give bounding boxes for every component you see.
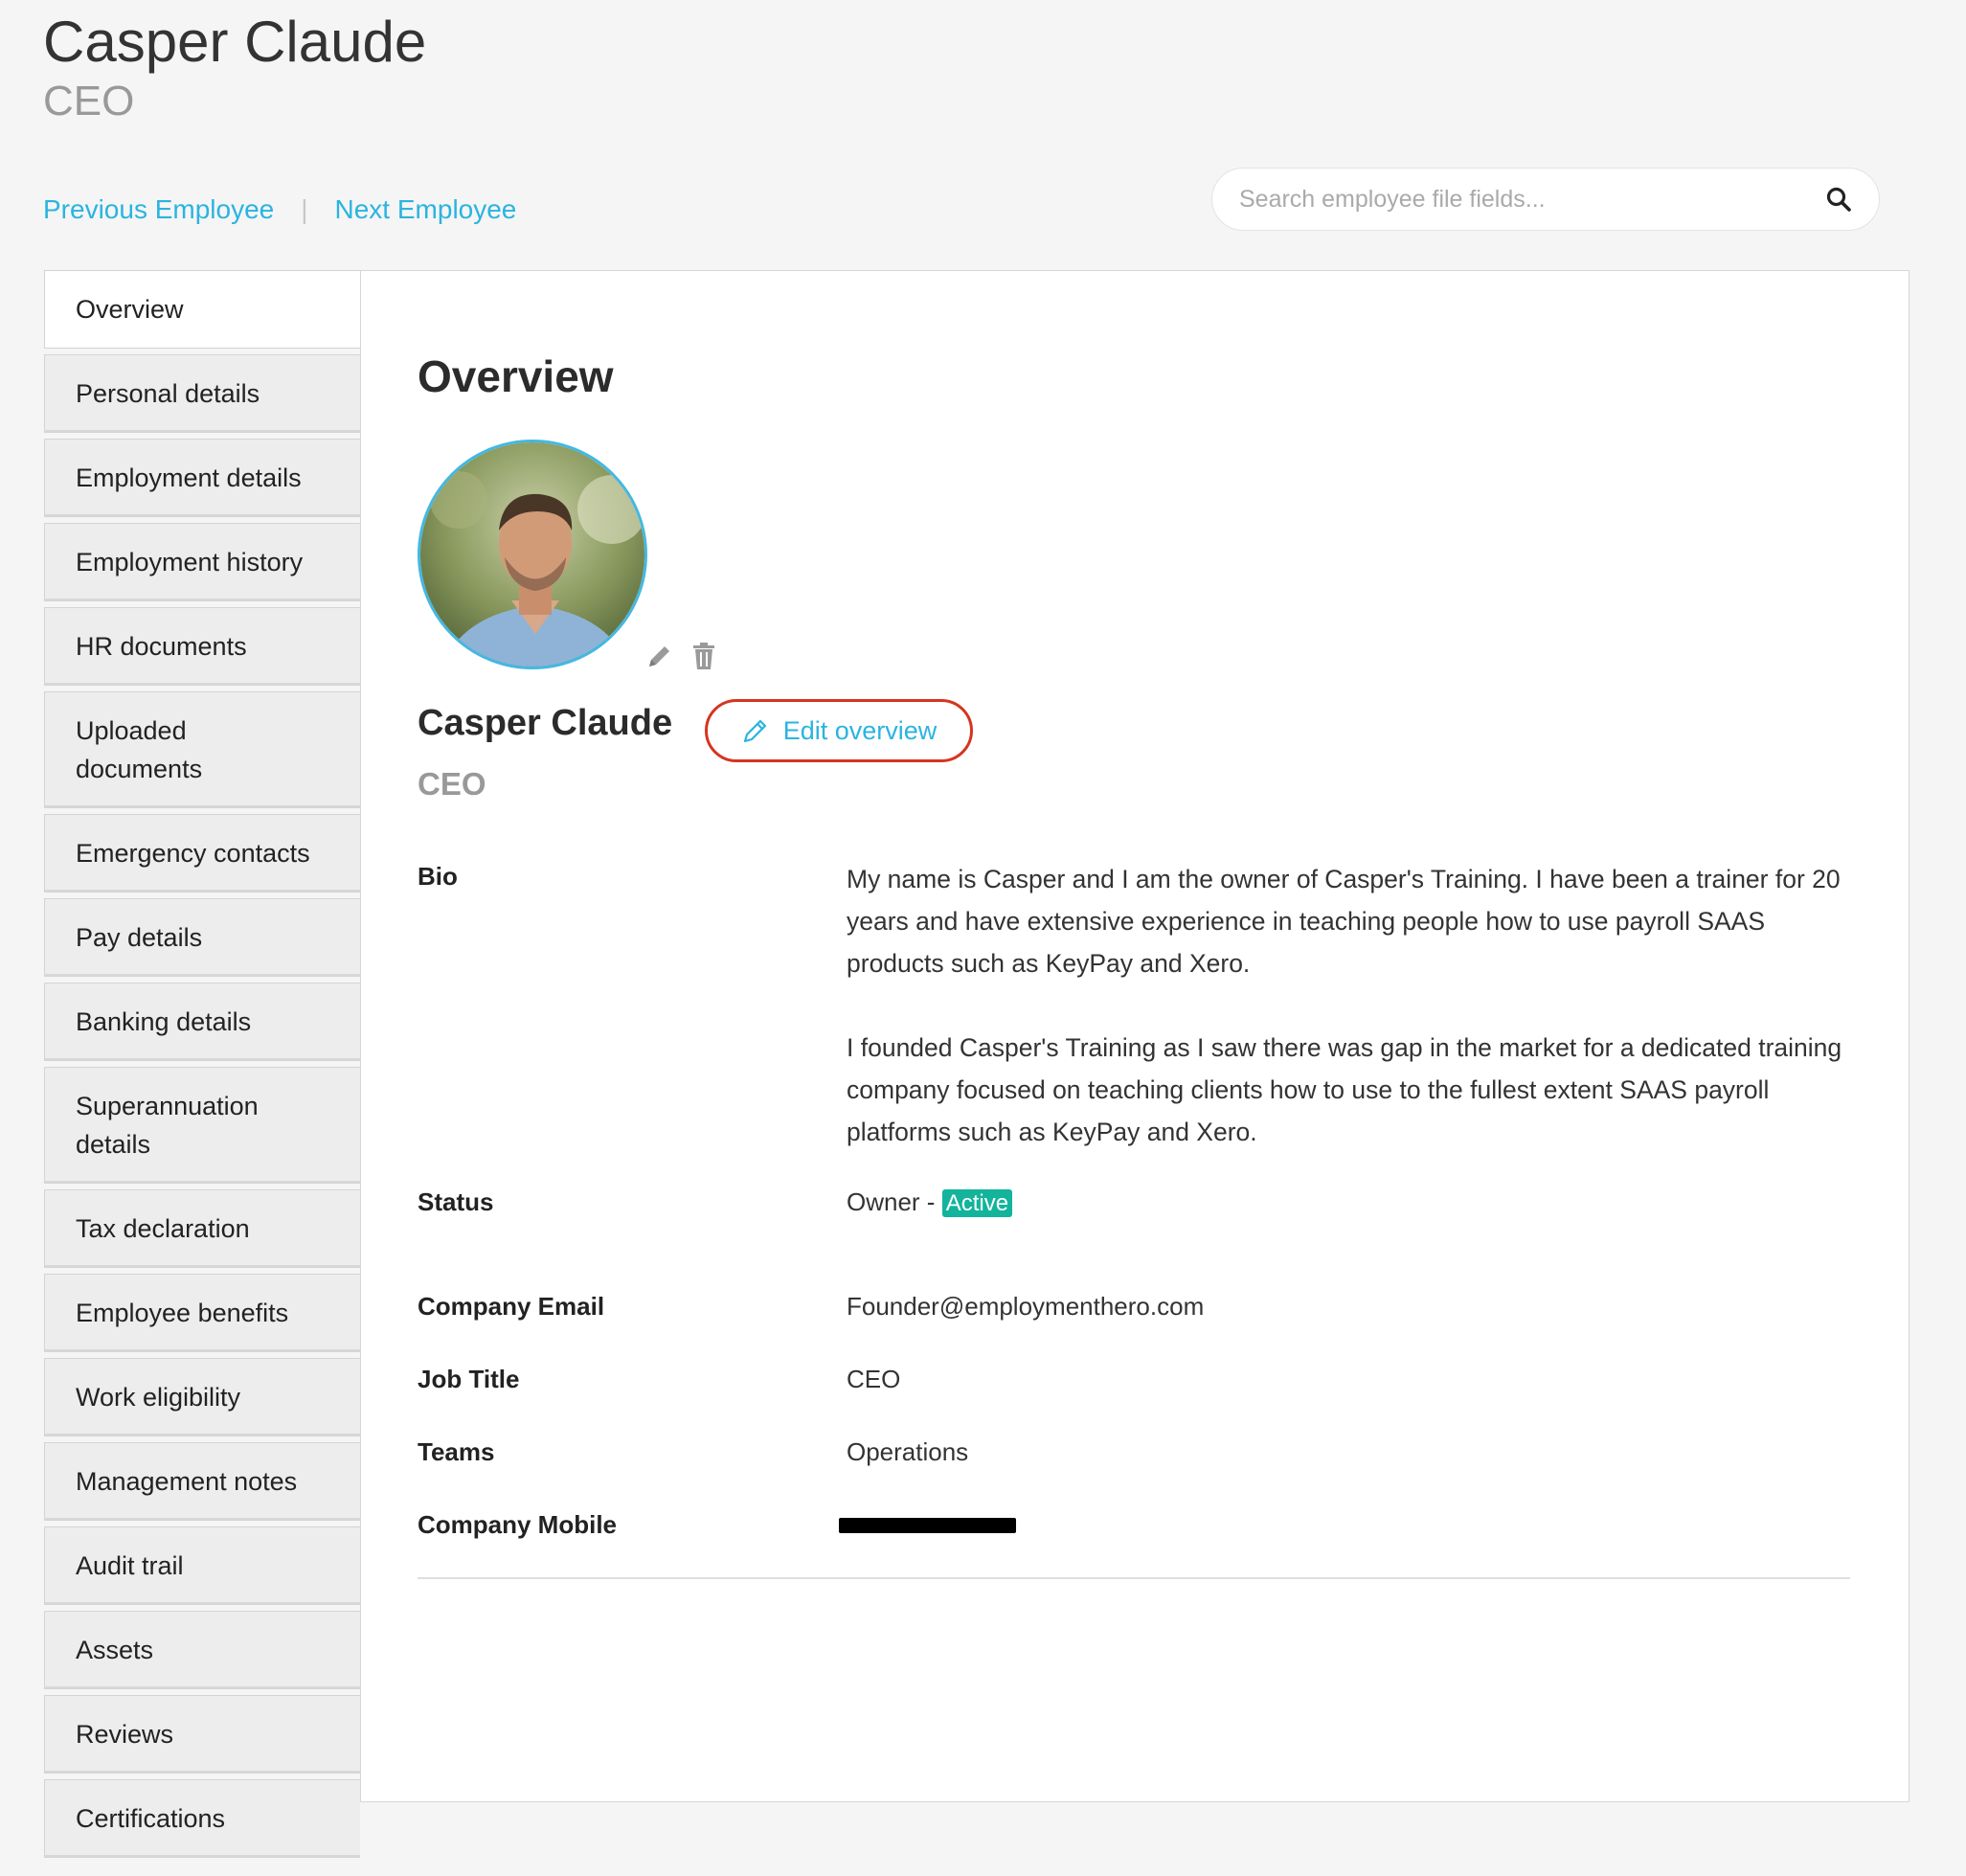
previous-employee-link[interactable]: Previous Employee [43,194,274,225]
sidebar-item-assets[interactable]: Assets [44,1611,360,1689]
teams-value: Operations [847,1437,969,1466]
sidebar-item-employment-details[interactable]: Employment details [44,439,360,517]
search-box [1211,168,1880,231]
bio-paragraph: I founded Casper's Training as I saw the… [847,1033,1842,1146]
job-title-label: Job Title [418,1365,520,1393]
sidebar-item-superannuation-details[interactable]: Superannuation details [44,1067,360,1184]
status-value: Owner - Active [847,1187,1013,1217]
employee-name-header: Casper Claude [43,10,427,74]
pencil-icon[interactable] [645,642,674,670]
search-input[interactable] [1237,184,1823,215]
bio-label: Bio [418,862,458,891]
sidebar-item-reviews[interactable]: Reviews [44,1695,360,1774]
trash-icon[interactable] [691,642,716,670]
avatar [418,440,647,669]
sidebar-item-certifications[interactable]: Certifications [44,1779,360,1858]
sidebar-item-work-eligibility[interactable]: Work eligibility [44,1358,360,1436]
company-mobile-redacted [839,1518,1016,1533]
edit-overview-label: Edit overview [782,715,938,745]
status-text: Owner - [847,1187,942,1216]
status-badge: Active [941,1189,1013,1217]
job-title-value: CEO [847,1365,901,1393]
bio-paragraph: My name is Casper and I am the owner of … [847,865,1841,978]
company-email-label: Company Email [418,1292,605,1321]
employee-title-header: CEO [43,78,135,124]
divider [418,1577,1850,1579]
employee-name: Casper Claude [418,703,673,743]
sidebar-item-banking-details[interactable]: Banking details [44,983,360,1061]
sidebar-nav: Overview Personal details Employment det… [44,270,360,1864]
teams-label: Teams [418,1437,495,1466]
sidebar-item-overview[interactable]: Overview [44,270,360,349]
search-icon[interactable] [1823,184,1854,215]
sidebar-item-tax-declaration[interactable]: Tax declaration [44,1189,360,1268]
sidebar-item-employment-history[interactable]: Employment history [44,523,360,601]
next-employee-link[interactable]: Next Employee [335,194,517,225]
status-label: Status [418,1187,494,1216]
edit-overview-button[interactable]: Edit overview [705,699,973,762]
employee-navigation: Previous Employee | Next Employee [43,194,516,225]
sidebar-item-uploaded-documents[interactable]: Uploaded documents [44,691,360,808]
bio-value: My name is Casper and I am the owner of … [847,858,1862,1195]
sidebar-item-management-notes[interactable]: Management notes [44,1442,360,1521]
sidebar-item-audit-trail[interactable]: Audit trail [44,1526,360,1605]
sidebar-item-personal-details[interactable]: Personal details [44,354,360,433]
sidebar-item-pay-details[interactable]: Pay details [44,898,360,977]
sidebar-item-employee-benefits[interactable]: Employee benefits [44,1274,360,1352]
pencil-outline-icon [743,719,766,743]
employee-title: CEO [418,766,486,802]
sidebar-item-emergency-contacts[interactable]: Emergency contacts [44,814,360,893]
sidebar-item-hr-documents[interactable]: HR documents [44,607,360,686]
nav-separator: | [301,194,308,224]
company-email-value: Founder@employmenthero.com [847,1292,1205,1321]
section-title: Overview [418,351,614,401]
company-mobile-label: Company Mobile [418,1510,618,1539]
